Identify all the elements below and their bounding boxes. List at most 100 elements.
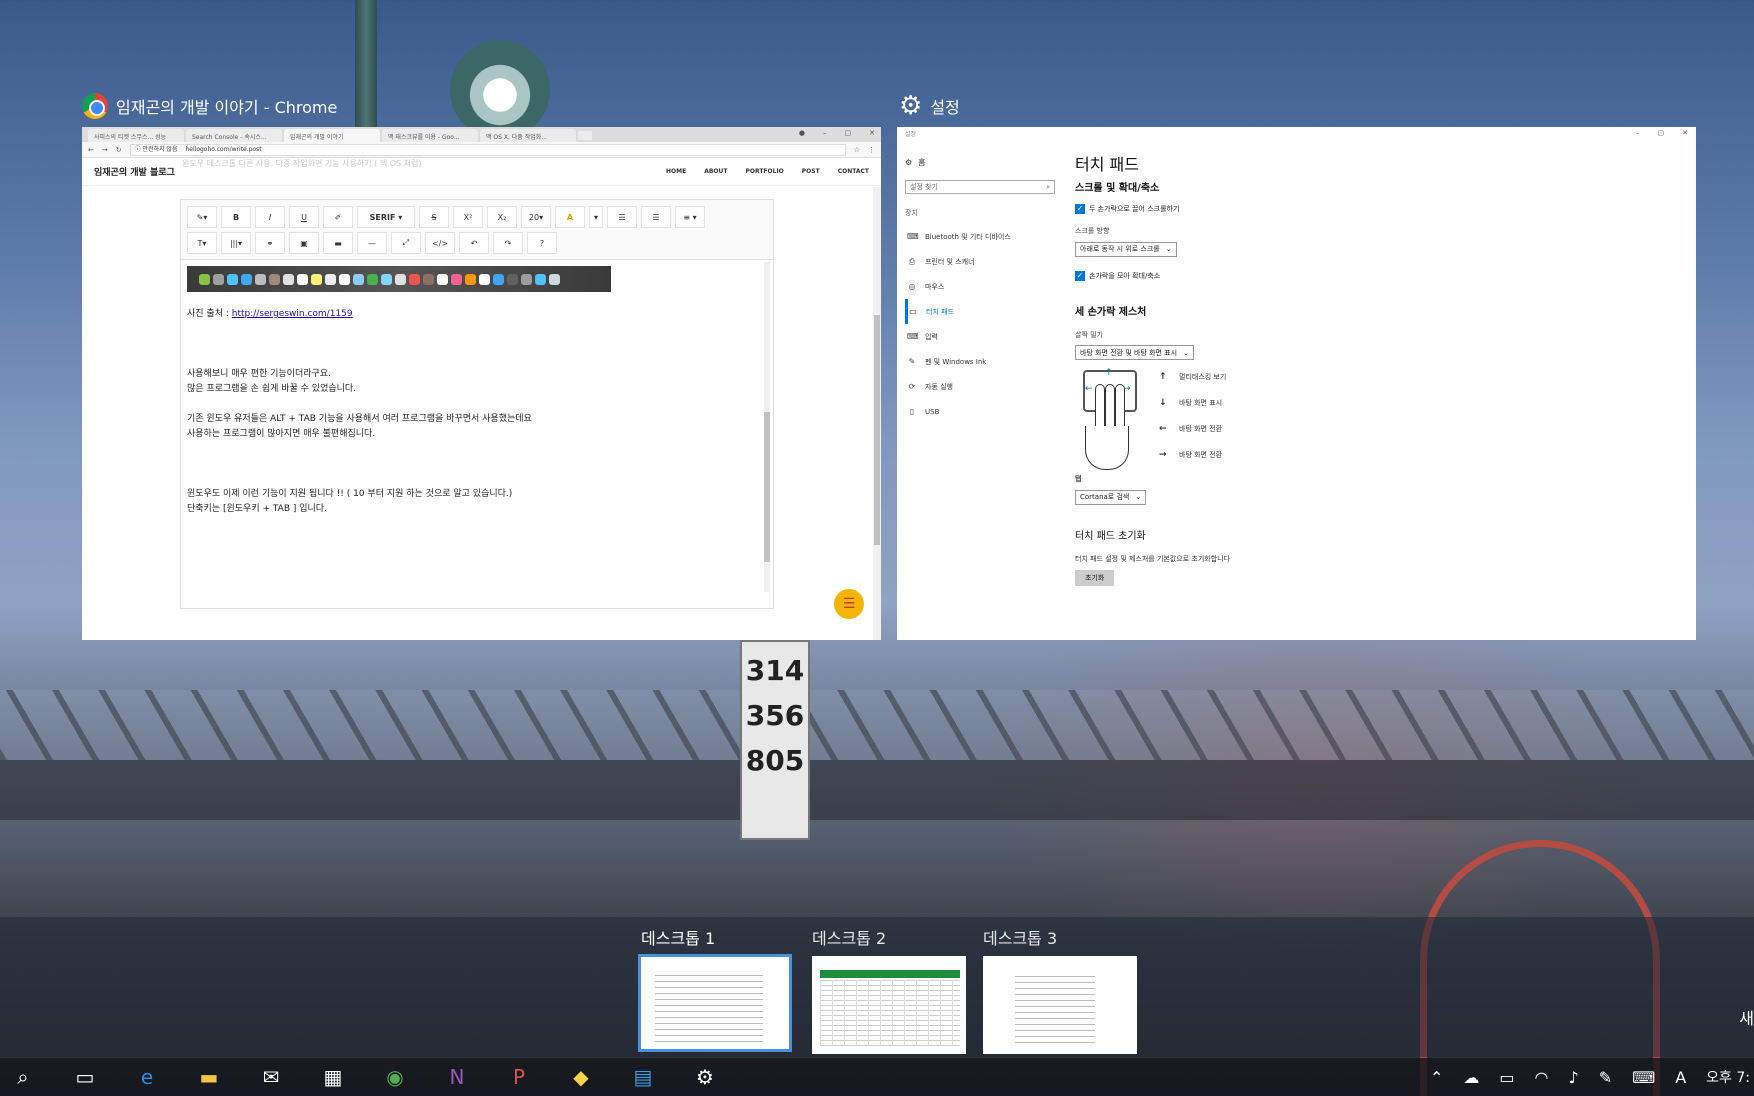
chrome-window-title[interactable]: 임재곤의 개발 이야기 - Chrome: [82, 93, 337, 119]
sidebar-item-typing[interactable]: ⌨ 입력: [905, 324, 1055, 349]
user-icon[interactable]: ●: [799, 129, 805, 137]
scroll-direction-dropdown[interactable]: 아래로 동작 시 위로 스크롤 ⌄: [1075, 241, 1177, 257]
ime-indicator[interactable]: A: [1675, 1068, 1686, 1087]
font-family-dropdown[interactable]: SERIF ▾: [357, 206, 415, 228]
sidebar-item-bluetooth[interactable]: ⌨ Bluetooth 및 기타 디바이스: [905, 224, 1055, 249]
paragraph-dropdown[interactable]: T▾: [187, 232, 217, 254]
chrome-icon[interactable]: ◉: [376, 1058, 414, 1096]
code-view-button[interactable]: </>: [425, 232, 455, 254]
browser-tab[interactable]: Search Console - 속시스...: [186, 129, 282, 142]
two-finger-scroll-checkbox[interactable]: ✓ 두 손가락으로 끌어 스크롤하기: [1075, 204, 1475, 214]
sidebar-home[interactable]: ⚙ 홈: [905, 157, 1055, 168]
file-explorer-icon[interactable]: ▬: [190, 1058, 228, 1096]
nav-portfolio[interactable]: PORTFOLIO: [745, 168, 783, 175]
close-button[interactable]: ✕: [1682, 129, 1688, 137]
tap-dropdown[interactable]: Cortana로 검색 ⌄: [1075, 489, 1147, 505]
browser-tab[interactable]: 맥 태스크뷰를 이용 - Goo...: [382, 129, 478, 142]
image-button[interactable]: ▣: [289, 232, 319, 254]
onenote-icon[interactable]: N: [438, 1058, 476, 1096]
forward-icon[interactable]: →: [102, 146, 108, 154]
clock[interactable]: 오후 7:: [1706, 1067, 1750, 1087]
browser-tab-active[interactable]: 임재곤의 개발 이야기: [284, 129, 380, 142]
new-tab-button[interactable]: [578, 131, 592, 140]
browser-tab[interactable]: 맥 OS X, 다중 작업화...: [480, 129, 576, 142]
sidebar-item-usb[interactable]: ▯ USB: [905, 399, 1055, 424]
url-input[interactable]: ⓘ 안전하지 않음 hellogoho.com/write.post: [129, 143, 846, 156]
swipe-dropdown[interactable]: 바탕 화면 전환 및 바탕 화면 표시 ⌄: [1075, 345, 1194, 360]
clear-format-button[interactable]: ✐: [323, 206, 353, 228]
office-icon[interactable]: ▤: [624, 1058, 662, 1096]
underline-button[interactable]: U: [289, 206, 319, 228]
video-button[interactable]: ▬: [323, 232, 353, 254]
source-link[interactable]: http://sergeswin.com/1159: [232, 309, 353, 319]
desktop-thumbnail-1[interactable]: [638, 954, 792, 1052]
task-view-icon[interactable]: ▭: [66, 1058, 104, 1096]
sidebar-item-autoplay[interactable]: ⟳ 자동 실행: [905, 374, 1055, 399]
style-button[interactable]: ✎▾: [187, 206, 217, 228]
font-size-dropdown[interactable]: 20▾: [521, 206, 551, 228]
pen-icon[interactable]: ✎: [1599, 1068, 1612, 1087]
desktop-label-1[interactable]: 데스크톱 1: [641, 925, 715, 949]
pinch-zoom-checkbox[interactable]: ✓ 손가락을 모아 확대/축소: [1075, 270, 1475, 281]
search-icon[interactable]: ⌕: [4, 1058, 42, 1096]
italic-button[interactable]: I: [255, 206, 285, 228]
settings-icon[interactable]: ⚙: [686, 1058, 724, 1096]
desktop-thumbnail-2[interactable]: [812, 956, 966, 1054]
nav-about[interactable]: ABOUT: [704, 168, 727, 175]
horizontal-rule-button[interactable]: —: [357, 232, 387, 254]
nav-home[interactable]: HOME: [666, 168, 686, 175]
settings-window[interactable]: 설정 – ▢ ✕ ⚙ 홈 설정 찾기 ⌕ 장치 ⌨ Bluetooth 및 기타 …: [897, 127, 1696, 640]
settings-window-title[interactable]: ⚙ 설정: [899, 93, 960, 119]
fullscreen-button[interactable]: ⤢: [391, 232, 421, 254]
scrollbar-thumb[interactable]: [764, 412, 770, 562]
wifi-icon[interactable]: ◠: [1535, 1068, 1549, 1087]
sidebar-item-touchpad[interactable]: ▭ 터치 패드: [905, 299, 1055, 324]
bookmark-star-icon[interactable]: ☆: [854, 146, 860, 154]
close-button[interactable]: ✕: [869, 129, 875, 137]
sidebar-item-pen[interactable]: ✎ 펜 및 Windows Ink: [905, 349, 1055, 374]
sidebar-item-printers[interactable]: ⎙ 프린터 및 스캐너: [905, 249, 1055, 274]
store-icon[interactable]: ▦: [314, 1058, 352, 1096]
font-color-button[interactable]: A: [555, 206, 585, 228]
reset-button[interactable]: 초기화: [1075, 569, 1115, 586]
back-icon[interactable]: ←: [88, 146, 94, 154]
nav-contact[interactable]: CONTACT: [838, 168, 869, 175]
maximize-button[interactable]: ▢: [845, 129, 852, 137]
desktop-label-3[interactable]: 데스크톱 3: [983, 925, 1057, 949]
undo-button[interactable]: ↶: [459, 232, 489, 254]
superscript-button[interactable]: X²: [453, 206, 483, 228]
network-icon[interactable]: ☁: [1463, 1068, 1479, 1087]
settings-search-input[interactable]: 설정 찾기 ⌕: [905, 180, 1055, 194]
strikethrough-button[interactable]: S: [419, 206, 449, 228]
editor-content[interactable]: 사진 출처 : http://sergeswin.com/1159 사용해보니 …: [181, 260, 773, 608]
link-button[interactable]: ⚭: [255, 232, 285, 254]
chrome-window[interactable]: 사피스의 티켓 스무스... 성능 Search Console - 속시스..…: [82, 127, 881, 640]
reload-icon[interactable]: ↻: [116, 146, 122, 154]
minimize-button[interactable]: –: [1636, 129, 1640, 137]
keyboard-icon[interactable]: ⌨: [1632, 1068, 1655, 1087]
blog-brand[interactable]: 임재곤의 개발 블로그: [94, 165, 175, 178]
unordered-list-button[interactable]: ☰: [607, 206, 638, 228]
redo-button[interactable]: ↷: [493, 232, 523, 254]
new-desktop-button[interactable]: 새: [1739, 1005, 1754, 1029]
chevron-up-icon[interactable]: ⌃: [1430, 1068, 1443, 1087]
volume-muted-icon[interactable]: ♪: [1568, 1068, 1578, 1087]
font-color-dropdown[interactable]: ▾: [589, 206, 604, 228]
sidebar-item-mouse[interactable]: ◎ 마우스: [905, 274, 1055, 299]
menu-fab-button[interactable]: ☰: [834, 589, 864, 619]
subscript-button[interactable]: X₂: [487, 206, 517, 228]
page-scrollbar[interactable]: [873, 187, 881, 640]
browser-tab[interactable]: 사피스의 티켓 스무스... 성능: [88, 129, 184, 142]
table-dropdown[interactable]: |||▾: [221, 232, 251, 254]
bold-button[interactable]: B: [221, 206, 251, 228]
mail-icon[interactable]: ✉: [252, 1058, 290, 1096]
minimize-button[interactable]: –: [823, 129, 827, 137]
battery-icon[interactable]: ▭: [1499, 1068, 1514, 1087]
powerpoint-icon[interactable]: P: [500, 1058, 538, 1096]
maximize-button[interactable]: ▢: [1658, 129, 1665, 137]
scrollbar-thumb[interactable]: [874, 315, 880, 545]
ordered-list-button[interactable]: ☰: [641, 206, 672, 228]
desktop-label-2[interactable]: 데스크톱 2: [812, 925, 886, 949]
align-dropdown[interactable]: ≡ ▾: [675, 206, 706, 228]
editor-scrollbar[interactable]: [764, 262, 770, 592]
